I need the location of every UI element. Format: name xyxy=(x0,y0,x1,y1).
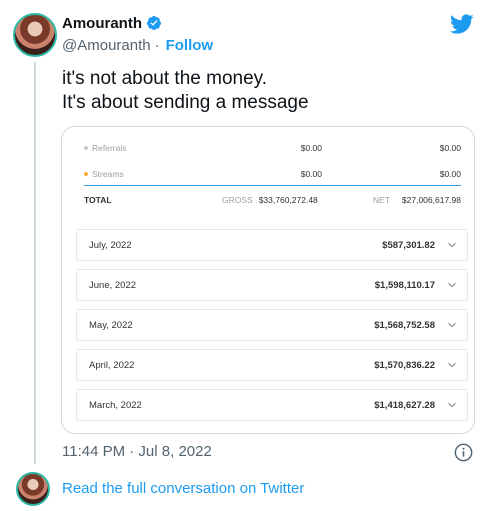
month-name: July, 2022 xyxy=(89,239,132,251)
total-divider xyxy=(84,185,461,186)
referrals-net: $0.00 xyxy=(439,143,461,153)
net-value: $27,006,617.98 xyxy=(401,195,461,205)
month-card-july[interactable]: July, 2022 $587,301.82 xyxy=(76,229,468,261)
earnings-screenshot: Referrals $0.00 $0.00 Streams $0.00 $0.0… xyxy=(74,127,474,433)
gross-total: GROSS $33,760,272.48 xyxy=(222,195,318,205)
month-card-june[interactable]: June, 2022 $1,598,110.17 xyxy=(76,269,468,301)
total-label: TOTAL xyxy=(84,195,112,205)
month-card-april[interactable]: April, 2022 $1,570,836.22 xyxy=(76,349,468,381)
earnings-row-streams: Streams $0.00 $0.00 xyxy=(84,167,461,181)
read-conversation-link[interactable]: Read the full conversation on Twitter xyxy=(62,480,304,497)
handle[interactable]: @Amouranth xyxy=(62,37,151,54)
chevron-down-icon[interactable] xyxy=(447,400,457,410)
streams-dot-icon xyxy=(84,172,88,176)
month-amount: $587,301.82 xyxy=(382,239,435,251)
earnings-row-referrals: Referrals $0.00 $0.00 xyxy=(84,141,461,155)
row-label: Referrals xyxy=(84,143,126,153)
streams-gross: $0.00 xyxy=(300,169,322,179)
attached-image[interactable]: Referrals $0.00 $0.00 Streams $0.00 $0.0… xyxy=(61,126,475,434)
chevron-down-icon[interactable] xyxy=(447,320,457,330)
month-card-march[interactable]: March, 2022 $1,418,627.28 xyxy=(76,389,468,421)
referrals-gross: $0.00 xyxy=(300,143,322,153)
verified-badge-icon xyxy=(147,16,161,30)
month-amount: $1,568,752.58 xyxy=(374,319,435,331)
month-amount: $1,598,110.17 xyxy=(374,279,435,291)
month-card-may[interactable]: May, 2022 $1,568,752.58 xyxy=(76,309,468,341)
streams-label: Streams xyxy=(92,169,124,179)
month-amount: $1,418,627.28 xyxy=(374,399,435,411)
author-avatar-small[interactable] xyxy=(16,472,50,506)
month-name: May, 2022 xyxy=(89,319,133,331)
streams-net: $0.00 xyxy=(439,169,461,179)
month-amount: $1,570,836.22 xyxy=(374,359,435,371)
chevron-down-icon[interactable] xyxy=(447,280,457,290)
twitter-bird-icon[interactable] xyxy=(450,12,474,36)
author-avatar[interactable] xyxy=(13,13,57,57)
net-label: NET xyxy=(372,195,390,205)
tweet-text: it's not about the money. It's about sen… xyxy=(62,68,309,113)
referrals-dot-icon xyxy=(84,146,88,150)
chevron-down-icon[interactable] xyxy=(447,360,457,370)
chevron-down-icon[interactable] xyxy=(447,240,457,250)
tweet-timestamp[interactable]: 11:44 PM · Jul 8, 2022 xyxy=(62,443,212,460)
month-name: April, 2022 xyxy=(89,359,135,371)
referrals-label: Referrals xyxy=(92,143,127,153)
tweet-header: Amouranth @Amouranth · Follow xyxy=(62,13,213,55)
separator: · xyxy=(154,36,160,54)
display-name[interactable]: Amouranth xyxy=(62,15,142,32)
net-total: NET $27,006,617.98 xyxy=(373,195,461,205)
gross-value: $33,760,272.48 xyxy=(258,195,318,205)
gross-label: GROSS xyxy=(222,195,253,205)
earnings-row-total: TOTAL GROSS $33,760,272.48 NET $27,006,617… xyxy=(84,193,461,207)
row-label: Streams xyxy=(84,169,124,179)
follow-button[interactable]: Follow xyxy=(166,37,214,54)
name-row: Amouranth xyxy=(62,13,213,33)
info-icon[interactable] xyxy=(454,443,473,462)
month-name: June, 2022 xyxy=(89,279,137,291)
thread-line xyxy=(34,62,36,464)
handle-row: @Amouranth · Follow xyxy=(62,35,213,55)
month-name: March, 2022 xyxy=(89,399,142,411)
